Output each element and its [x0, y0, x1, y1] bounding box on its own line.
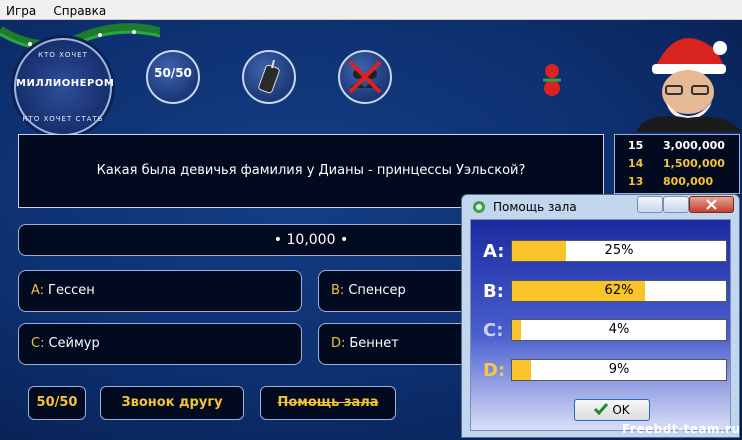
answer-text: Сеймур — [48, 336, 100, 351]
ladder-amount: 3,000,000 — [663, 139, 725, 152]
question-text: Какая была девичья фамилия у Дианы - при… — [96, 163, 526, 178]
audience-help-dialog: Помощь зала A: 25% B: 62% C: 4% D: 9% OK — [461, 194, 740, 438]
dialog-title: Помощь зала — [493, 200, 577, 214]
answer-text: Гессен — [48, 283, 95, 298]
ladder-row: 14 1,500,000 — [615, 157, 741, 175]
vote-letter: A: — [483, 241, 505, 262]
checkmark-icon — [594, 403, 609, 416]
answer-letter: C: — [31, 336, 45, 351]
christmas-ornament-icon — [543, 64, 561, 96]
menu-bar: Игра Справка — [0, 0, 742, 20]
logo-main-text: МИЛЛИОНЕРОМ — [16, 78, 115, 89]
vote-bar: 25% — [511, 240, 727, 262]
vote-row: C: 4% — [471, 319, 732, 343]
fifty-fifty-label: 50/50 — [154, 66, 192, 80]
vote-letter: B: — [483, 281, 504, 302]
answer-letter: D: — [331, 336, 346, 351]
ladder-level: 15 — [628, 139, 644, 152]
vote-percent: 25% — [604, 243, 634, 258]
ladder-level: 13 — [628, 175, 644, 188]
ok-label: OK — [612, 403, 630, 417]
menu-item-game[interactable]: Игра — [0, 2, 42, 21]
vote-row: D: 9% — [471, 359, 732, 383]
vote-bar: 4% — [511, 319, 727, 341]
phone-icon[interactable] — [242, 50, 296, 104]
answer-a-button[interactable]: A: Гессен — [18, 270, 302, 312]
ladder-amount: 800,000 — [663, 175, 714, 188]
ladder-amount: 1,500,000 — [663, 157, 725, 170]
minimize-button[interactable] — [637, 196, 663, 213]
ladder-row: 13 800,000 — [615, 175, 741, 193]
close-icon — [706, 199, 717, 210]
money-ladder: 15 3,000,000 14 1,500,000 13 800,000 — [614, 134, 740, 194]
vote-percent: 62% — [604, 283, 634, 298]
millionaire-logo: КТО ХОЧЕТ МИЛЛИОНЕРОМ КТО ХОЧЕТ СТАТЬ — [14, 38, 115, 136]
app-icon — [473, 201, 485, 213]
maximize-button[interactable] — [663, 196, 689, 213]
fifty-fifty-icon[interactable]: 50/50 — [146, 50, 200, 104]
answer-c-button[interactable]: C: Сеймур — [18, 323, 302, 365]
logo-bottom-text: КТО ХОЧЕТ СТАТЬ — [22, 115, 104, 123]
vote-percent: 9% — [608, 362, 630, 377]
phone-glyph-icon — [258, 59, 280, 94]
ok-button[interactable]: OK — [574, 399, 650, 421]
vote-bar: 9% — [511, 359, 727, 381]
vote-percent: 4% — [608, 322, 630, 337]
answer-letter: B: — [331, 283, 345, 298]
audience-used-icon[interactable] — [338, 50, 392, 104]
menu-item-help[interactable]: Справка — [47, 2, 112, 21]
audience-glyph-icon — [348, 60, 382, 94]
vote-row: A: 25% — [471, 240, 732, 264]
answer-letter: A: — [31, 283, 45, 298]
vote-bar: 62% — [511, 280, 727, 302]
ladder-level: 14 — [628, 157, 644, 170]
vote-row: B: 62% — [471, 280, 732, 304]
watermark: Freebdt-team.ru — [622, 422, 741, 436]
answer-text: Спенсер — [348, 283, 406, 298]
ladder-row: 15 3,000,000 — [615, 139, 741, 157]
phone-friend-button[interactable]: Звонок другу — [100, 386, 244, 420]
ask-audience-button[interactable]: Помощь зала — [260, 386, 396, 420]
logo-top-text: КТО ХОЧЕТ — [38, 51, 88, 59]
close-button[interactable] — [689, 196, 734, 213]
vote-letter: C: — [483, 320, 504, 341]
vote-letter: D: — [483, 360, 506, 381]
host-avatar — [636, 38, 742, 132]
answer-text: Беннет — [349, 336, 399, 351]
fifty-fifty-button[interactable]: 50/50 — [28, 386, 86, 420]
